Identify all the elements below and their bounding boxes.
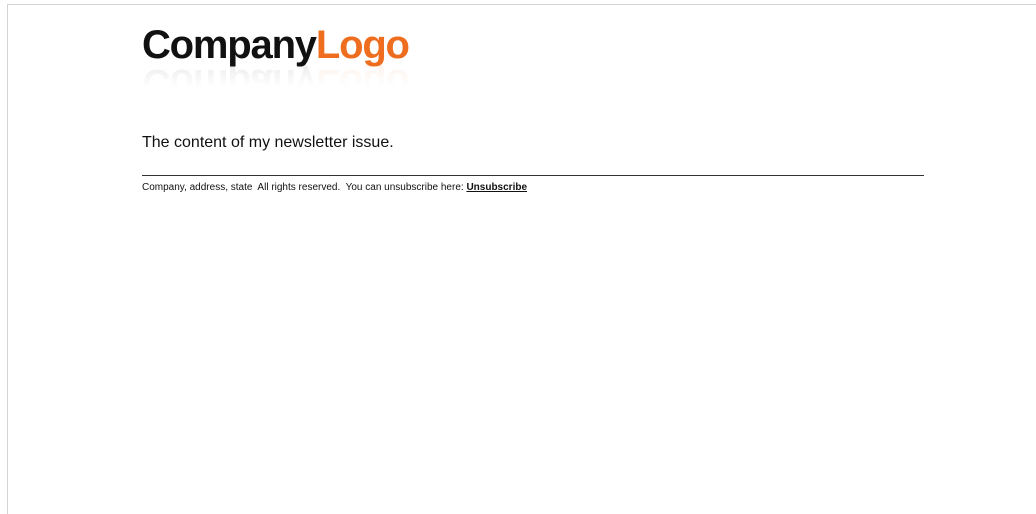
footer-divider	[142, 175, 924, 176]
newsletter-content: The content of my newsletter issue.	[142, 134, 394, 151]
unsubscribe-link[interactable]: Unsubscribe	[466, 182, 527, 193]
logo-reflection: CompanyLogo	[142, 61, 409, 105]
footer-text: Company, address, state All rights reser…	[142, 182, 467, 193]
company-logo: CompanyLogo CompanyLogo	[142, 21, 442, 105]
newsletter-preview-frame: CompanyLogo CompanyLogo The content of m…	[7, 4, 1036, 514]
newsletter-footer: Company, address, state All rights reser…	[142, 182, 527, 194]
